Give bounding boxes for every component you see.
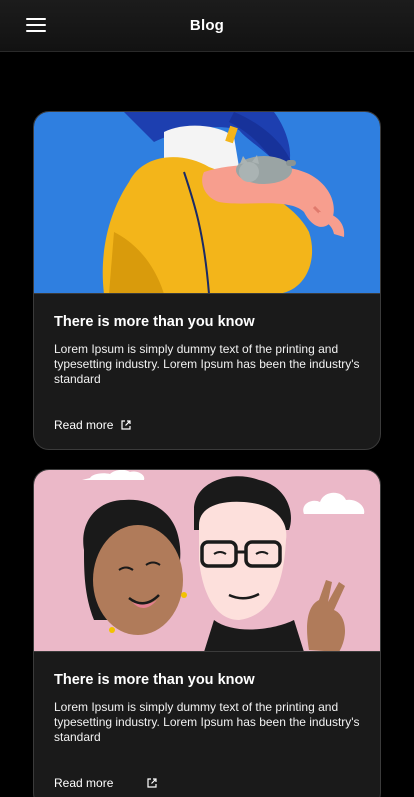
read-more-link[interactable]: Read more: [54, 418, 131, 432]
read-more-label: Read more: [54, 418, 114, 432]
blog-post-card: There is more than you know Lorem Ipsum …: [33, 469, 381, 797]
post-title: There is more than you know: [54, 314, 255, 330]
post-excerpt: Lorem Ipsum is simply dummy text of the …: [54, 342, 360, 386]
post-illustration-image: [34, 470, 380, 652]
top-app-bar: Blog: [0, 0, 414, 52]
blog-post-card: There is more than you know Lorem Ipsum …: [33, 111, 381, 450]
read-more-label: Read more: [54, 776, 114, 790]
external-link-icon: [147, 778, 157, 788]
read-more-link[interactable]: Read more: [54, 776, 157, 790]
page-title: Blog: [189, 17, 225, 34]
post-illustration-image: [34, 112, 380, 294]
external-link-icon: [121, 420, 131, 430]
post-title: There is more than you know: [54, 672, 255, 688]
post-excerpt: Lorem Ipsum is simply dummy text of the …: [54, 700, 360, 744]
